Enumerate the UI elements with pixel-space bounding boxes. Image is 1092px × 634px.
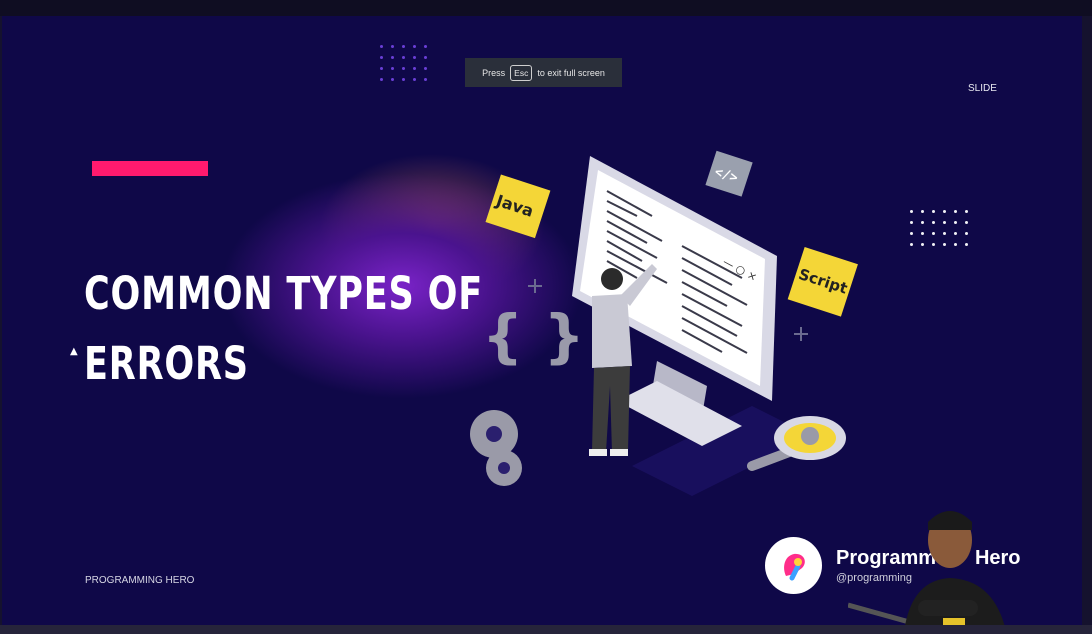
dot: [932, 210, 935, 213]
fullscreen-prefix: Press: [482, 67, 506, 78]
dot: [965, 221, 968, 224]
dot: [954, 243, 957, 246]
dot: [424, 78, 427, 81]
dot: [391, 67, 394, 70]
dot: [424, 56, 427, 59]
channel-logo-icon: [765, 537, 822, 594]
gear-icon: [470, 410, 522, 486]
dot: [965, 232, 968, 235]
slide-title: COMMON TYPES OF ERRORS: [84, 259, 483, 399]
esc-key: Esc: [510, 64, 533, 81]
code-tag: </>: [705, 150, 753, 197]
top-strip: [0, 0, 1092, 16]
slide-tag: SLIDE: [968, 83, 997, 94]
dot: [402, 56, 405, 59]
dot: [413, 67, 416, 70]
braces-icon: { }: [482, 302, 585, 370]
dot: [921, 243, 924, 246]
script-tag: Script: [787, 246, 858, 317]
dot: [413, 78, 416, 81]
dot: [943, 232, 946, 235]
dot: [943, 243, 946, 246]
white-dot-grid: [910, 210, 968, 246]
dot: [402, 78, 405, 81]
dot: [943, 210, 946, 213]
dot: [910, 221, 913, 224]
dot: [954, 221, 957, 224]
slide-footer: PROGRAMMING HERO: [85, 575, 195, 586]
dot: [424, 67, 427, 70]
dot: [402, 67, 405, 70]
fullscreen-notice: Press Esc to exit full screen: [465, 58, 622, 87]
dot: [424, 45, 427, 48]
dot: [380, 67, 383, 70]
webcam-overlay: [848, 511, 1005, 625]
developer-illustration: — ○ × Java </> Script { }: [470, 150, 858, 496]
dot: [910, 243, 913, 246]
dot: [391, 78, 394, 81]
dot: [943, 221, 946, 224]
purple-dot-grid: [380, 45, 427, 81]
slide-title-line1: COMMON TYPES OF: [84, 267, 483, 320]
dot: [932, 221, 935, 224]
dot: [380, 56, 383, 59]
dot: [380, 78, 383, 81]
dot: [391, 45, 394, 48]
slide-title-line2: ERRORS: [84, 337, 249, 390]
java-tag: Java: [485, 174, 551, 239]
dot: [910, 210, 913, 213]
dot: [954, 232, 957, 235]
dot: [921, 232, 924, 235]
fullscreen-suffix: to exit full screen: [537, 67, 605, 78]
mouse-cursor-icon: ▲: [70, 346, 78, 357]
dot: [932, 232, 935, 235]
dot: [921, 210, 924, 213]
dot: [413, 56, 416, 59]
dot: [965, 210, 968, 213]
accent-bar: [92, 161, 208, 176]
dot: [391, 56, 394, 59]
dot: [402, 45, 405, 48]
dot: [932, 243, 935, 246]
dot: [954, 210, 957, 213]
dot: [413, 45, 416, 48]
bottom-strip: [0, 625, 1092, 634]
slide: COMMON TYPES OF ERRORS SLIDE PROGRAMMING…: [2, 16, 1082, 625]
dot: [910, 232, 913, 235]
dot: [921, 221, 924, 224]
dot: [965, 243, 968, 246]
dot: [380, 45, 383, 48]
